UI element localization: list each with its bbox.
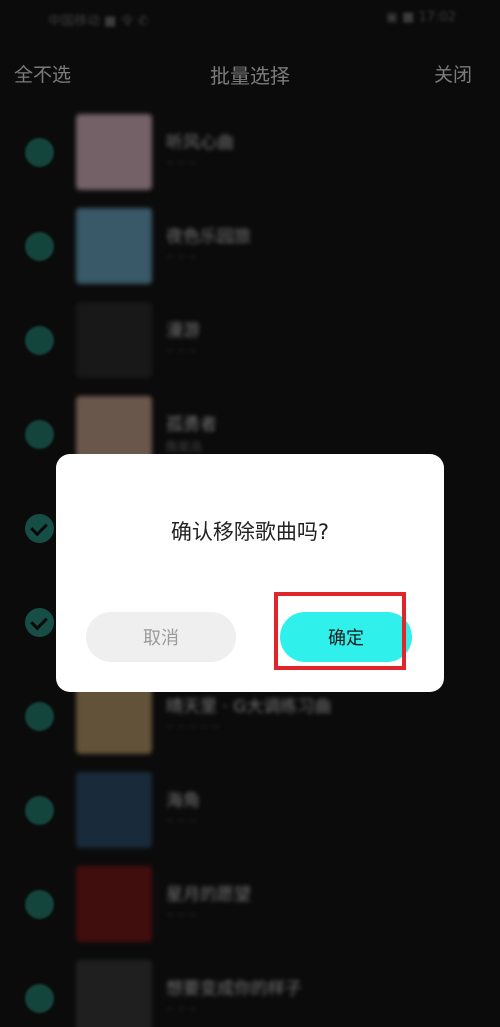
cancel-button[interactable]: 取消: [86, 612, 236, 662]
dialog-message: 确认移除歌曲吗?: [170, 520, 330, 544]
screen: 中国移动 ■ 令 ✆ ▣ ■ 17:02 全不选 批量选择 关闭 听风心曲 ·· …: [0, 0, 500, 1027]
confirm-button[interactable]: 确定: [280, 612, 412, 662]
confirm-dialog: 确认移除歌曲吗? 取消 确定: [56, 454, 444, 692]
